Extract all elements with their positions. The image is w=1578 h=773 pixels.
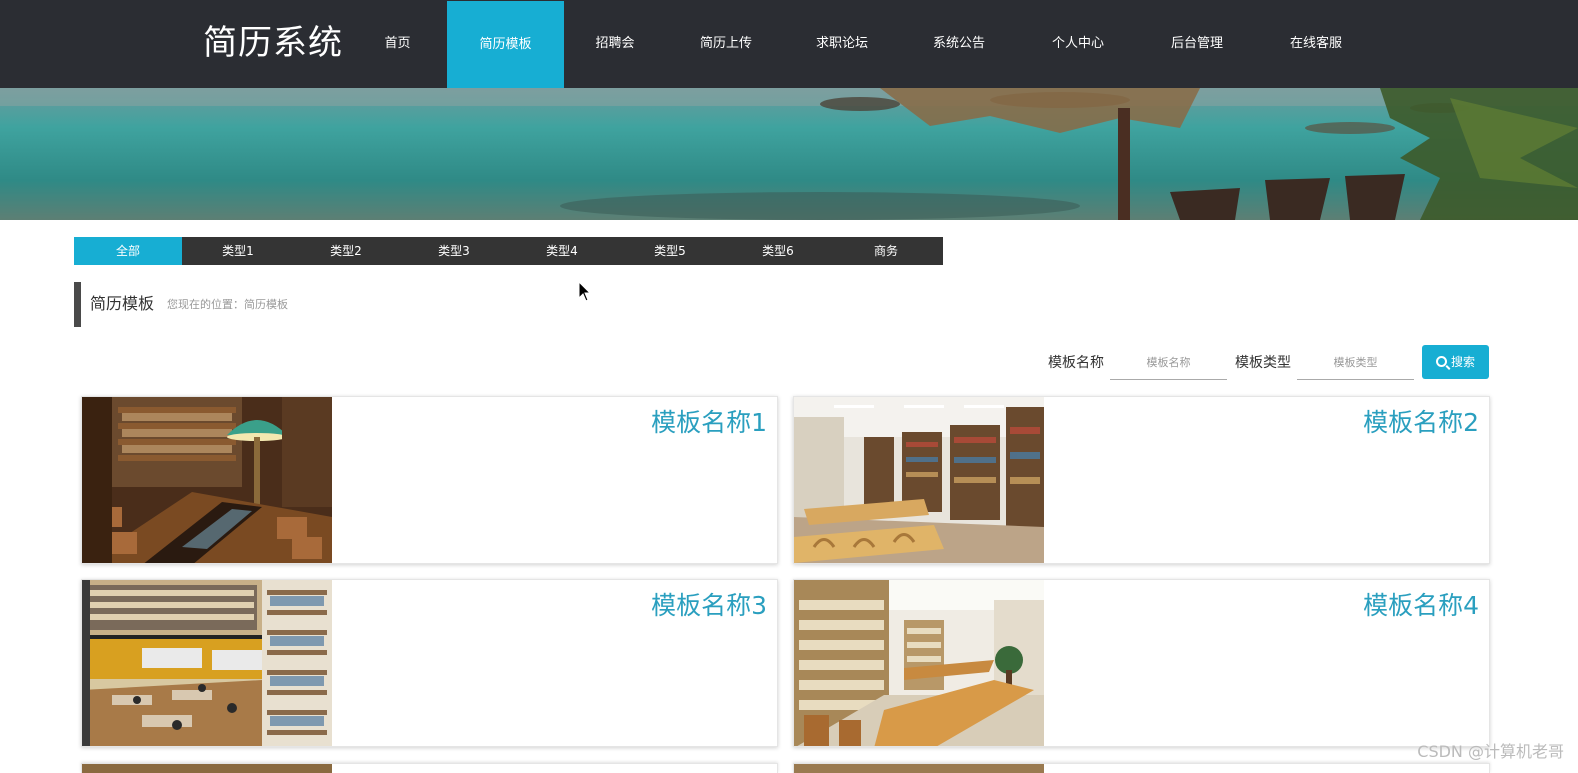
category-tab-business[interactable]: 商务 (832, 237, 940, 265)
category-tab-type2[interactable]: 类型2 (292, 237, 400, 265)
top-nav-bar: 简历系统 首页 简历模板 招聘会 简历上传 求职论坛 系统公告 个人中心 后台管… (0, 0, 1578, 88)
nav-item-job-forum[interactable]: 求职论坛 (806, 0, 878, 88)
template-card[interactable]: 模板名称3 (81, 579, 778, 747)
nav-item-home[interactable]: 首页 (365, 0, 430, 88)
nav-item-resume-templates[interactable]: 简历模板 (447, 1, 564, 88)
nav-item-announcements[interactable]: 系统公告 (923, 0, 995, 88)
category-filter-bar: 全部 类型1 类型2 类型3 类型4 类型5 类型6 商务 (74, 237, 943, 265)
category-tab-type4[interactable]: 类型4 (508, 237, 616, 265)
watermark: CSDN @计算机老哥 (1417, 742, 1564, 761)
mouse-cursor-icon (578, 281, 592, 302)
template-type-input[interactable] (1297, 346, 1414, 380)
template-type-label: 模板类型 (1235, 355, 1291, 371)
category-tab-type6[interactable]: 类型6 (724, 237, 832, 265)
template-thumbnail[interactable] (82, 764, 332, 773)
nav-item-personal-center[interactable]: 个人中心 (1042, 0, 1114, 88)
breadcrumb: 您现在的位置：简历模板 (167, 298, 288, 311)
nav-item-resume-upload[interactable]: 简历上传 (690, 0, 762, 88)
template-card-title[interactable]: 模板名称1 (651, 407, 767, 439)
hero-banner-image (0, 88, 1578, 220)
search-icon (1435, 356, 1447, 367)
site-logo-text[interactable]: 简历系统 (203, 18, 343, 68)
template-thumbnail[interactable] (794, 580, 1044, 746)
template-thumbnail[interactable] (794, 397, 1044, 563)
category-tab-type1[interactable]: 类型1 (184, 237, 292, 265)
template-card-title[interactable]: 模板名称2 (1363, 407, 1479, 439)
category-tab-all[interactable]: 全部 (74, 237, 182, 265)
category-tab-type5[interactable]: 类型5 (616, 237, 724, 265)
page-title: 简历模板 (90, 294, 155, 313)
template-card[interactable]: 模板名称4 (793, 579, 1490, 747)
template-thumbnail[interactable] (82, 580, 332, 746)
template-card[interactable] (81, 763, 778, 773)
template-name-label: 模板名称 (1048, 355, 1104, 371)
template-card[interactable]: 模板名称1 (81, 396, 778, 564)
template-name-input[interactable] (1110, 346, 1227, 380)
template-thumbnail[interactable] (82, 397, 332, 563)
nav-item-job-fair[interactable]: 招聘会 (580, 0, 650, 88)
template-card-title[interactable]: 模板名称4 (1363, 590, 1479, 622)
search-button[interactable]: 搜索 (1422, 345, 1489, 379)
template-thumbnail[interactable] (794, 764, 1044, 773)
nav-item-online-service[interactable]: 在线客服 (1280, 0, 1352, 88)
category-tab-type3[interactable]: 类型3 (400, 237, 508, 265)
template-card-title[interactable]: 模板名称3 (651, 590, 767, 622)
template-card[interactable] (793, 763, 1490, 773)
nav-item-admin[interactable]: 后台管理 (1161, 0, 1233, 88)
template-card[interactable]: 模板名称2 (793, 396, 1490, 564)
search-button-label: 搜索 (1450, 355, 1475, 369)
section-title-accent (74, 282, 81, 327)
